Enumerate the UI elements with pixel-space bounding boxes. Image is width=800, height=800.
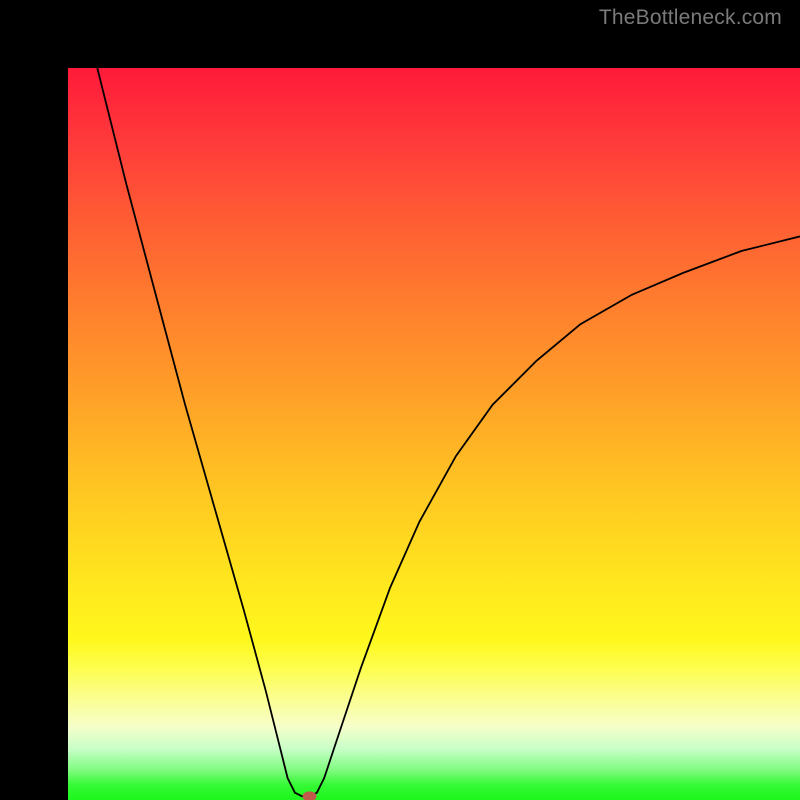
bottleneck-curve xyxy=(97,68,800,796)
chart-frame xyxy=(0,0,800,800)
optimum-marker xyxy=(303,791,317,800)
watermark-text: TheBottleneck.com xyxy=(599,6,782,30)
plot-area xyxy=(68,68,800,800)
curve-layer xyxy=(68,68,800,800)
